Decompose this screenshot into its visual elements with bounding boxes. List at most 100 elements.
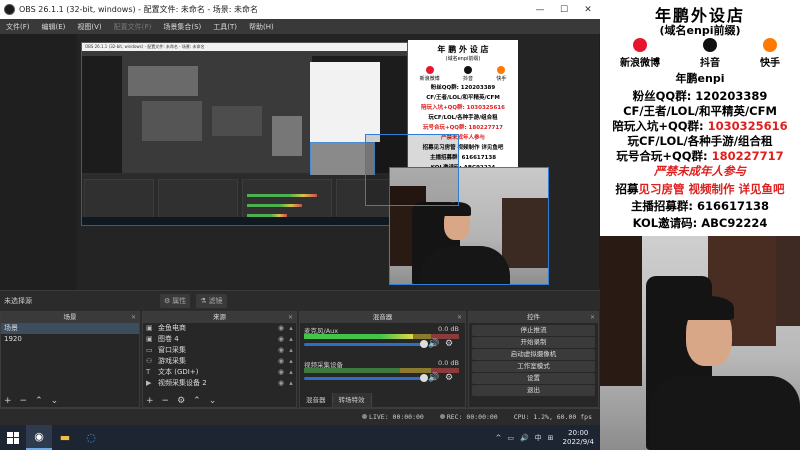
source-item[interactable]: ▣ 图卷 4 ◉ ▴ xyxy=(143,334,296,345)
dock-close-icon[interactable]: ✕ xyxy=(590,312,595,323)
stop-streaming-button[interactable]: 停止推流 xyxy=(472,325,595,336)
gear-icon[interactable]: ⚙ xyxy=(445,339,453,349)
nested-scene xyxy=(122,56,312,173)
gear-icon[interactable]: ⚙ xyxy=(445,373,453,383)
network-icon[interactable]: ▭ xyxy=(507,434,514,442)
slider-knob[interactable] xyxy=(419,374,428,382)
menu-file[interactable]: 文件(F) xyxy=(0,22,36,32)
menu-profile[interactable]: 配置文件(P) xyxy=(108,22,158,32)
lock-icon[interactable]: ▴ xyxy=(286,323,296,334)
ime-options-icon[interactable]: ⊞ xyxy=(548,434,554,442)
obs-taskbar-icon[interactable]: ◉ xyxy=(26,425,52,450)
sources-dock: 来源 ✕ ▣ 金鱼电商 ◉ ▴ ▣ 图卷 4 ◉ ▴ ▭ 窗口采集 ◉ ▴ ⚇ 游戏采集 ◉ ▴ T 文本 … xyxy=(142,311,297,408)
speaker-icon[interactable]: 🔊 xyxy=(428,373,439,383)
slider-knob[interactable] xyxy=(419,340,428,348)
scene-item[interactable]: 1920 xyxy=(1,334,139,345)
scene-item[interactable]: 场景 xyxy=(1,323,139,334)
move-down-icon[interactable]: ⌄ xyxy=(209,396,217,406)
scenes-dock: 场景 ✕ 场景 1920 + − ⌃ ⌄ xyxy=(0,311,140,408)
cpu-status: CPU: 1.2%, 60.00 fps xyxy=(513,413,592,421)
tray-overflow-icon[interactable]: ^ xyxy=(495,434,501,442)
lock-icon[interactable]: ▴ xyxy=(286,356,296,367)
image-source-icon: ▣ xyxy=(146,335,153,343)
screen: OBS 26.1.1 (32-bit, windows) - 配置文件: 未命名… xyxy=(0,0,800,450)
filters-button[interactable]: ⚗ 滤镜 xyxy=(196,293,227,308)
speaker-icon[interactable]: 🔊 xyxy=(428,339,439,349)
dock-close-icon[interactable]: ✕ xyxy=(131,312,136,323)
volume-slider[interactable] xyxy=(304,340,428,348)
start-virtual-camera-button[interactable]: 启动虚拟摄像机 xyxy=(472,349,595,360)
source-item[interactable]: ⚇ 游戏采集 ◉ ▴ xyxy=(143,356,296,367)
source-item[interactable]: T 文本 (GDI+) ◉ ▴ xyxy=(143,367,296,378)
eye-icon[interactable]: ◉ xyxy=(276,367,286,378)
source-item[interactable]: ▣ 金鱼电商 ◉ ▴ xyxy=(143,323,296,334)
source-settings-icon[interactable]: ⚙ xyxy=(177,396,185,406)
clock[interactable]: 20:00 2022/9/4 xyxy=(563,429,594,447)
dock-close-icon[interactable]: ✕ xyxy=(288,312,293,323)
menu-scene-collection[interactable]: 场景集合(S) xyxy=(157,22,207,32)
add-scene-icon[interactable]: + xyxy=(4,396,12,406)
minimize-icon[interactable]: — xyxy=(528,5,552,15)
streamer-group: 主播招募群: 616617138 xyxy=(630,199,770,213)
lock-icon[interactable]: ▴ xyxy=(286,345,296,356)
windows-taskbar: ◉ ▬ ◌ ^ ▭ 🔊 中 ⊞ 20:00 2022/9/4 xyxy=(0,425,600,450)
minor-notice: 严禁未成年人参与 xyxy=(654,164,746,178)
dock-close-icon[interactable]: ✕ xyxy=(457,312,462,323)
move-down-icon[interactable]: ⌄ xyxy=(51,396,59,406)
tab-transitions[interactable]: 转场特效 xyxy=(332,393,372,407)
mixer-dock: 混音器 ✕ 麦克风/Aux 0.0 dB 🔊 ⚙ 视频采集设备 0.0 dB 🔊 … xyxy=(299,311,466,408)
maximize-icon[interactable]: ☐ xyxy=(552,5,576,15)
mixer-channel: 麦克风/Aux 0.0 dB 🔊 ⚙ xyxy=(300,323,465,351)
settings-button[interactable]: 设置 xyxy=(472,373,595,384)
obs-logo-icon xyxy=(4,4,15,15)
preview-margin xyxy=(0,34,77,290)
volume-icon[interactable]: 🔊 xyxy=(520,434,529,442)
channel-db: 0.0 dB xyxy=(438,325,459,333)
move-up-icon[interactable]: ⌃ xyxy=(35,396,43,406)
tab-mixer[interactable]: 混音器 xyxy=(300,393,333,407)
controls-header: 控件 ✕ xyxy=(469,312,598,323)
shop-subtitle: (域名enpi前缀) xyxy=(659,24,741,37)
preview-canvas[interactable]: OBS 26.1.1 (32-bit, windows) - 配置文件: 未命名… xyxy=(77,34,599,290)
clock-time: 20:00 xyxy=(568,428,589,437)
move-up-icon[interactable]: ⌃ xyxy=(193,396,201,406)
start-recording-button[interactable]: 开始录制 xyxy=(472,337,595,348)
source-toolbar: 未选择源 ⚙ 属性 ⚗ 滤镜 xyxy=(0,290,600,310)
no-source-selected: 未选择源 xyxy=(4,296,32,305)
browser-icon[interactable]: ◌ xyxy=(78,425,104,450)
eye-icon[interactable]: ◉ xyxy=(276,323,286,334)
file-explorer-icon[interactable]: ▬ xyxy=(52,425,78,450)
menu-tools[interactable]: 工具(T) xyxy=(207,22,243,32)
mixer-tabs: 混音器 转场特效 xyxy=(300,393,465,407)
eye-icon[interactable]: ◉ xyxy=(276,334,286,345)
eye-icon[interactable]: ◉ xyxy=(276,345,286,356)
poster-subtitle: (域名enpi前缀) xyxy=(445,56,481,62)
start-button[interactable] xyxy=(0,425,26,450)
image-source-icon: ▣ xyxy=(146,324,153,332)
lock-icon[interactable]: ▴ xyxy=(286,367,296,378)
source-item[interactable]: ▶ 视频采集设备 2 ◉ ▴ xyxy=(143,378,296,389)
eye-icon[interactable]: ◉ xyxy=(276,356,286,367)
window-title: OBS 26.1.1 (32-bit, windows) - 配置文件: 未命名… xyxy=(19,5,259,14)
sources-footer: + − ⚙ ⌃ ⌄ xyxy=(143,394,296,407)
preview-area[interactable]: OBS 26.1.1 (32-bit, windows) - 配置文件: 未命名… xyxy=(0,34,600,290)
menu-edit[interactable]: 编辑(E) xyxy=(36,22,72,32)
volume-slider[interactable] xyxy=(304,374,428,382)
studio-mode-button[interactable]: 工作室模式 xyxy=(472,361,595,372)
lock-icon[interactable]: ▴ xyxy=(286,378,296,389)
source-item[interactable]: ▭ 窗口采集 ◉ ▴ xyxy=(143,345,296,356)
add-source-icon[interactable]: + xyxy=(146,396,154,406)
exit-button[interactable]: 退出 xyxy=(472,385,595,396)
remove-source-icon[interactable]: − xyxy=(162,396,170,406)
input-method-icon[interactable]: 中 xyxy=(535,433,542,443)
menu-help[interactable]: 帮助(H) xyxy=(243,22,280,32)
rec-status: REC: 00:00:00 xyxy=(439,413,506,421)
lock-icon[interactable]: ▴ xyxy=(286,334,296,345)
remove-scene-icon[interactable]: − xyxy=(20,396,28,406)
close-icon[interactable]: ✕ xyxy=(576,5,600,15)
eye-icon[interactable]: ◉ xyxy=(276,378,286,389)
menu-view[interactable]: 视图(V) xyxy=(71,22,107,32)
properties-button[interactable]: ⚙ 属性 xyxy=(160,293,191,308)
live-dot-icon xyxy=(362,414,368,419)
nested-title: OBS 26.1.1 (32-bit, windows) - 配置文件: 未命名… xyxy=(82,43,407,51)
